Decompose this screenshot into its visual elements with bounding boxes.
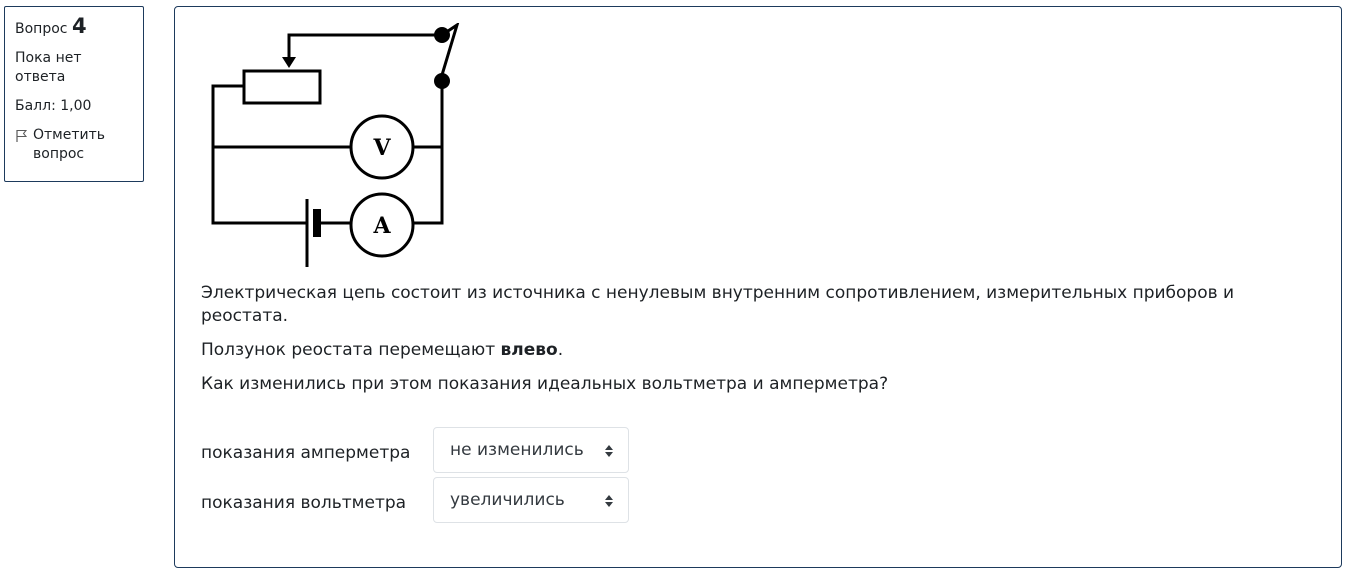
question-grade: Балл: 1,00 — [15, 98, 92, 114]
question-prefix: Вопрос — [15, 21, 68, 37]
answer-row-voltmeter: показания вольтметра — [201, 486, 406, 515]
p2-after: . — [557, 340, 564, 360]
switch-contact-bottom — [434, 73, 450, 89]
flag-label: Отметить вопрос — [33, 127, 106, 162]
ammeter-select[interactable]: не изменились — [433, 427, 629, 473]
answer-row-ammeter: показания амперметра — [201, 436, 410, 465]
question-info-panel: Вопрос 4 Пока нет ответа Балл: 1,00 Отме… — [4, 6, 144, 182]
question-number: Вопрос 4 — [15, 14, 133, 39]
question-number-value: 4 — [71, 14, 87, 38]
voltmeter-select[interactable]: увеличились — [433, 477, 629, 523]
voltmeter-label: V — [372, 135, 391, 161]
circuit-diagram: V A — [211, 23, 460, 267]
question-state: Пока нет ответа — [15, 50, 82, 85]
question-paragraph-2: Ползунок реостата перемещают влево. — [201, 339, 1321, 362]
right-wire — [413, 73, 444, 225]
flag-question-link[interactable]: Отметить вопрос — [15, 126, 133, 164]
answer-label-voltmeter: показания вольтметра — [201, 493, 407, 513]
slider-wire — [287, 33, 444, 63]
switch-contact-top — [434, 27, 450, 43]
slider-arrow — [282, 57, 296, 68]
question-paragraph-1: Электрическая цепь состоит из источника … — [201, 283, 1235, 326]
rheostat — [242, 69, 322, 105]
answer-label-ammeter: показания амперметра — [201, 443, 411, 463]
question-content: V A Электрическая цепь состоит из источн… — [174, 6, 1342, 568]
ammeter-select-value: не изменились — [450, 440, 584, 460]
left-wire — [211, 84, 309, 225]
ammeter-label: A — [372, 213, 391, 239]
voltmeter-select-value: увеличились — [450, 490, 565, 510]
p2-before: Ползунок реостата перемещают — [201, 340, 501, 360]
select-caret-icon — [605, 495, 613, 507]
flag-icon — [16, 130, 28, 142]
p2-bold: влево — [500, 340, 558, 360]
question-paragraph-3: Как изменились при этом показания идеаль… — [201, 374, 889, 394]
select-caret-icon — [605, 445, 613, 457]
question-text: Электрическая цепь состоит из источника … — [201, 282, 1321, 407]
